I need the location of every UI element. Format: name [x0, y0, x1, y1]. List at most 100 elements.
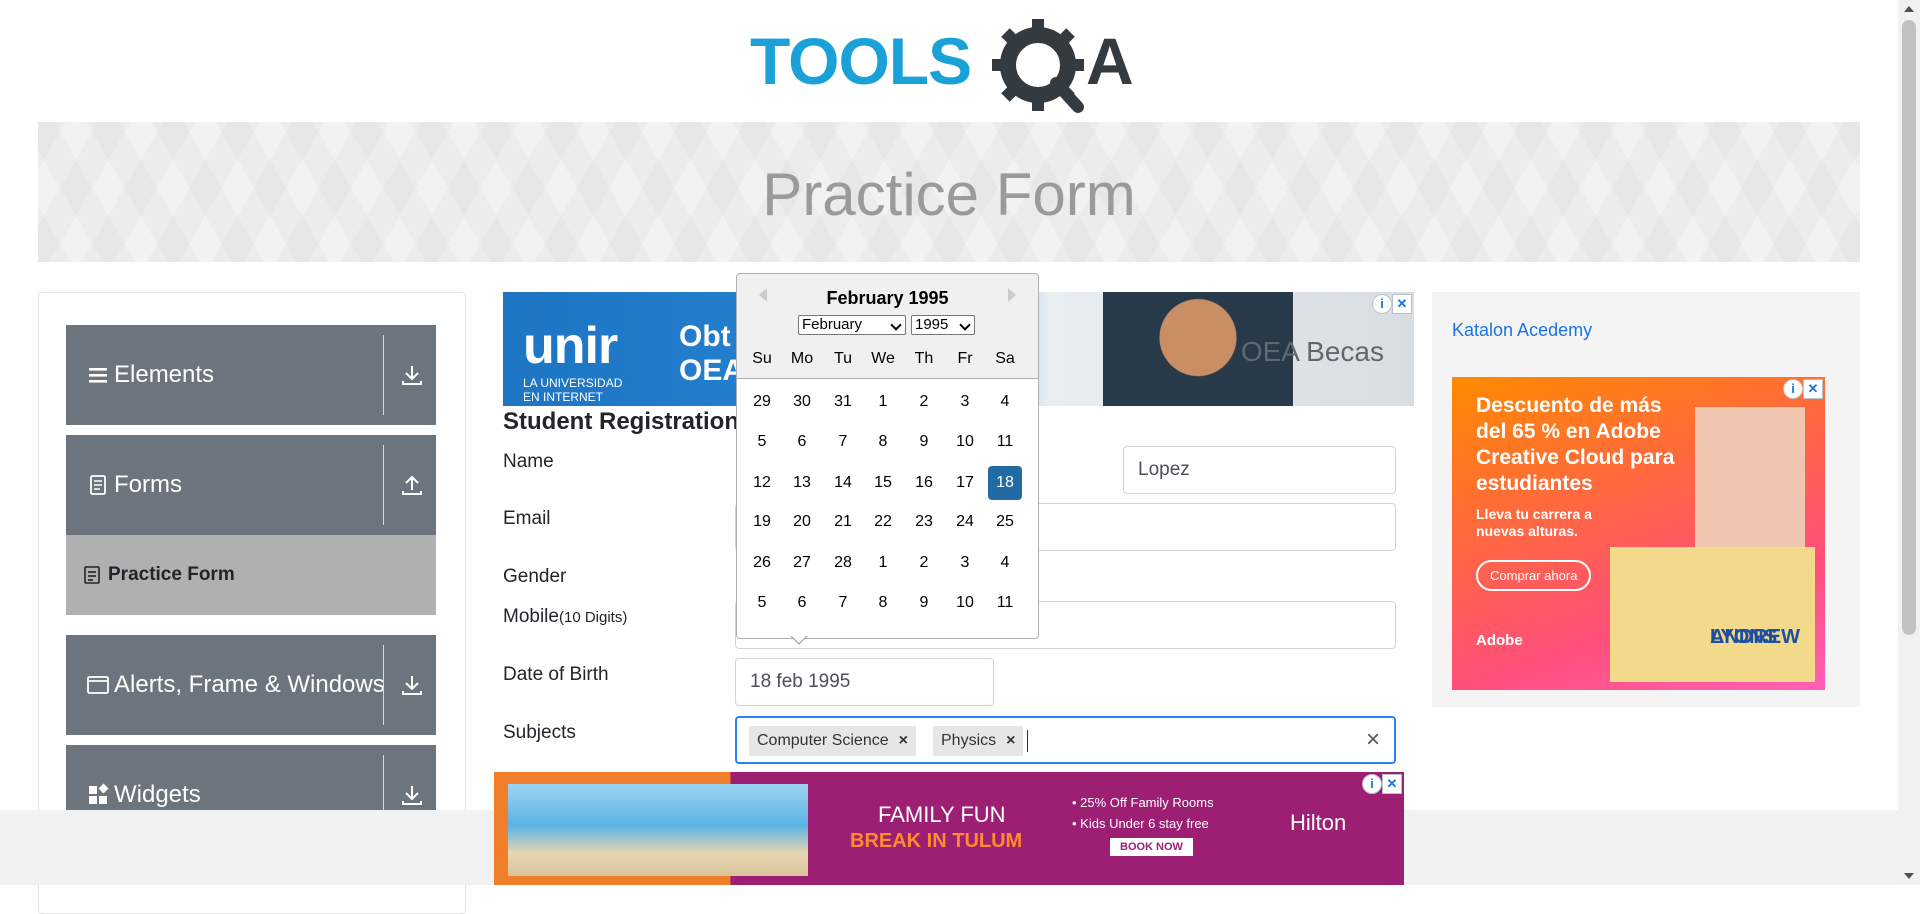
calendar-day[interactable]: 25 — [988, 505, 1022, 539]
scrollbar-thumb[interactable] — [1902, 20, 1916, 635]
hilton-logo: Hilton — [1290, 810, 1347, 835]
calendar-day[interactable]: 8 — [866, 425, 900, 459]
download-icon[interactable] — [398, 361, 426, 389]
ad-info-icon[interactable]: i — [1362, 774, 1382, 794]
ad-info-icon[interactable]: i — [1372, 294, 1392, 314]
calendar-day[interactable]: 4 — [988, 385, 1022, 419]
calendar-day[interactable]: 13 — [785, 466, 819, 500]
page-scrollbar[interactable] — [1898, 0, 1920, 885]
katalon-link[interactable]: Katalon Acedemy — [1452, 320, 1592, 341]
ad-brand-sub: LA UNIVERSIDAD EN INTERNET — [523, 376, 623, 404]
download-icon[interactable] — [398, 671, 426, 699]
clear-icon[interactable]: × — [1366, 726, 1380, 754]
calendar-day[interactable]: 14 — [826, 466, 860, 500]
subject-chip-label: Computer Science — [757, 732, 889, 749]
remove-subject-icon[interactable]: × — [895, 732, 916, 750]
ad-info-icon[interactable]: i — [1783, 379, 1803, 399]
sidebar-item-practice-form[interactable]: Practice Form — [66, 535, 436, 615]
calendar-day[interactable]: 3 — [948, 385, 982, 419]
ad-headline: Obt OEA — [679, 320, 745, 387]
sidebar-group-label: Elements — [114, 361, 215, 388]
scroll-down-arrow-icon[interactable] — [1904, 873, 1914, 879]
download-icon[interactable] — [398, 781, 426, 809]
calendar-day[interactable]: 1 — [866, 546, 900, 580]
calendar-day[interactable]: 21 — [826, 505, 860, 539]
scroll-up-arrow-icon[interactable] — [1904, 6, 1914, 12]
calendar-day[interactable]: 29 — [745, 385, 779, 419]
window-icon — [87, 676, 109, 694]
ad-close-icon[interactable]: ✕ — [1382, 774, 1402, 794]
calendar-day[interactable]: 2 — [907, 385, 941, 419]
toolsqa-logo[interactable]: TOOLS A — [750, 18, 1155, 114]
gender-label: Gender — [503, 566, 567, 587]
calendar-day[interactable]: 3 — [948, 546, 982, 580]
calendar-day[interactable]: 8 — [866, 586, 900, 620]
calendar-day[interactable]: 15 — [866, 466, 900, 500]
ad-cta-button[interactable]: BOOK NOW — [1110, 838, 1193, 856]
dob-input[interactable]: 18 feb 1995 — [735, 658, 994, 706]
ad-close-icon[interactable]: ✕ — [1803, 379, 1823, 399]
ad-partner: OEA Becas — [1240, 336, 1384, 367]
form-icon — [84, 566, 100, 584]
calendar-day[interactable]: 22 — [866, 505, 900, 539]
name-label: Name — [503, 451, 554, 472]
ad-banner-bottom[interactable]: FAMILY FUN BREAK IN TULUM • 25% Off Fami… — [494, 772, 1404, 885]
calendar-day[interactable]: 1 — [866, 385, 900, 419]
weekday-label: Mo — [790, 350, 814, 367]
ad-subline: Lleva tu carrera a nuevas alturas. — [1476, 506, 1592, 539]
calendar-day[interactable]: 20 — [785, 505, 819, 539]
calendar-day[interactable]: 5 — [745, 586, 779, 620]
remove-subject-icon[interactable]: × — [1002, 732, 1023, 750]
calendar-day[interactable]: 7 — [826, 586, 860, 620]
calendar-day[interactable]: 11 — [988, 586, 1022, 620]
calendar-day[interactable]: 18 — [988, 466, 1022, 500]
svg-text:A: A — [1086, 24, 1134, 98]
next-month-button[interactable] — [1008, 288, 1016, 302]
calendar-day[interactable]: 26 — [745, 546, 779, 580]
calendar-day[interactable]: 28 — [826, 546, 860, 580]
subjects-label: Subjects — [503, 722, 576, 743]
upload-icon[interactable] — [398, 471, 426, 499]
last-name-input[interactable]: Lopez — [1123, 446, 1396, 494]
calendar-day[interactable]: 17 — [948, 466, 982, 500]
document-icon — [90, 475, 106, 495]
calendar-day[interactable]: 10 — [948, 586, 982, 620]
calendar-day[interactable]: 10 — [948, 425, 982, 459]
calendar-day[interactable]: 4 — [988, 546, 1022, 580]
calendar-day[interactable]: 16 — [907, 466, 941, 500]
calendar-day[interactable]: 11 — [988, 425, 1022, 459]
datepicker-pointer-fill — [791, 635, 807, 643]
calendar-day[interactable]: 24 — [948, 505, 982, 539]
calendar-day[interactable]: 9 — [907, 425, 941, 459]
ad-close-icon[interactable]: ✕ — [1392, 294, 1412, 314]
sidebar-group-forms[interactable]: Forms — [66, 435, 436, 535]
calendar-day[interactable]: 27 — [785, 546, 819, 580]
ad-adobe[interactable]: Descuento de más del 65 % en Adobe Creat… — [1452, 377, 1825, 690]
calendar-day[interactable]: 6 — [785, 586, 819, 620]
sidebar-group-label: Widgets — [114, 781, 201, 808]
calendar-day[interactable]: 9 — [907, 586, 941, 620]
calendar-day[interactable]: 2 — [907, 546, 941, 580]
calendar-day[interactable]: 19 — [745, 505, 779, 539]
dob-label: Date of Birth — [503, 664, 609, 685]
calendar-day[interactable]: 7 — [826, 425, 860, 459]
sidebar-group-alerts[interactable]: Alerts, Frame & Windows — [66, 635, 436, 735]
svg-text:TOOLS: TOOLS — [750, 24, 971, 98]
calendar-day[interactable]: 12 — [745, 466, 779, 500]
calendar-day[interactable]: 6 — [785, 425, 819, 459]
weekday-label: Sa — [995, 350, 1015, 367]
datepicker-header: February 1995 February 1995 Su Mo Tu We Th Fr… — [737, 274, 1038, 379]
year-select[interactable]: 1995 — [911, 315, 975, 335]
ad-sidebar: Katalon Acedemy Descuento de más del 65 … — [1432, 292, 1860, 707]
ad-cta-button[interactable]: Comprar ahora — [1476, 560, 1592, 591]
month-select[interactable]: February — [798, 315, 906, 335]
calendar-day[interactable]: 31 — [826, 385, 860, 419]
ad-photo — [508, 784, 808, 876]
calendar-day[interactable]: 5 — [745, 425, 779, 459]
subjects-input[interactable]: Computer Science × Physics × × — [735, 716, 1396, 764]
sidebar-group-elements[interactable]: Elements — [66, 325, 436, 425]
email-label: Email — [503, 508, 551, 529]
mobile-label: Mobile(10 Digits) — [503, 606, 628, 627]
calendar-day[interactable]: 23 — [907, 505, 941, 539]
calendar-day[interactable]: 30 — [785, 385, 819, 419]
